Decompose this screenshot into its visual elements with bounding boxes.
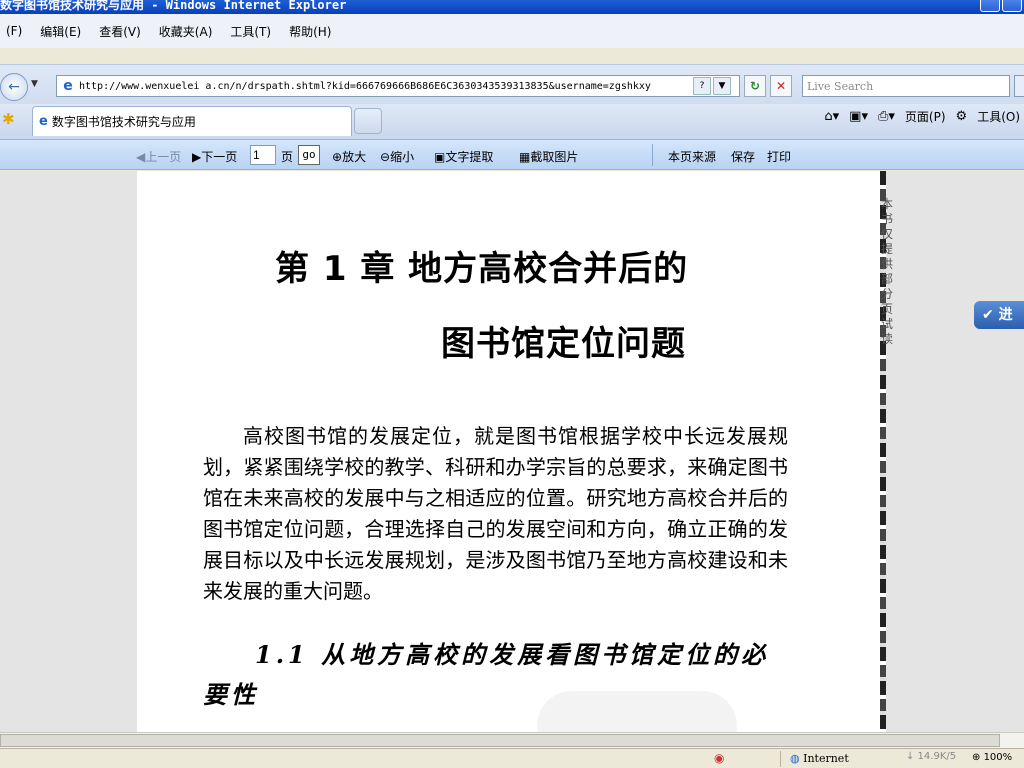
favorites-star-icon[interactable]: ✱ [2,110,15,128]
horizontal-scrollbar[interactable] [0,732,1024,748]
status-bar: ◉ ◍ Internet ↓ 14.9K/5 ⊕ 100% [0,748,1024,768]
menu-tools[interactable]: 工具(T) [230,23,271,40]
page-unit-label: 页 [281,150,294,164]
stop-icon: ✕ [775,79,787,93]
menu-bar: (F) 编辑(E) 查看(V) 收藏夹(A) 工具(T) 帮助(H) [0,14,1024,48]
prev-page-button[interactable]: ◀上一页 [136,148,181,165]
new-tab-button[interactable] [354,108,382,134]
page-source-link[interactable]: 本页来源 [668,148,716,165]
page-number-input[interactable] [250,145,276,165]
menu-file[interactable]: (F) [6,24,22,38]
search-input[interactable] [803,76,1003,96]
check-icon: ✔ [982,307,999,323]
capture-image-label: 截取图片 [530,150,579,164]
go-button[interactable]: go [298,145,320,165]
stop-button[interactable]: ✕ [770,75,792,97]
preview-notice: 本书仅提供部分页试读 [880,197,893,346]
chapter-title-line2: 图书馆定位问题 [441,324,686,364]
tools-menu[interactable]: 工具(O) [977,108,1020,125]
floating-enter-label: 进 [998,307,1013,323]
command-bar: ⌂▾ ▣▾ ⎙▾ 页面(P) ⚙ 工具(O) [824,108,1020,125]
zoom-level-label: 100% [983,752,1013,763]
url-input[interactable] [79,77,691,95]
compatibility-icon[interactable]: ? [693,77,711,95]
search-box [802,75,1010,97]
next-page-button[interactable]: ▶下一页 [192,148,237,165]
floating-enter-button[interactable]: ✔ 进 [974,301,1024,329]
menu-help[interactable]: 帮助(H) [289,23,331,40]
watermark-logo [537,691,737,736]
zoom-out-button[interactable]: ⊖缩小 [380,148,414,165]
zone-label: Internet [803,752,849,765]
window-title: 数字图书馆技术研究与应用 - Windows Internet Explorer [0,0,347,12]
book-page: 第 1 章 地方高校合并后的 图书馆定位问题 高校图书馆的发展定位，就是图书馆根… [137,171,882,736]
menu-view[interactable]: 查看(V) [99,23,141,40]
security-zone[interactable]: ◍ Internet [790,752,849,765]
download-speed: ↓ 14.9K/5 [906,751,957,762]
next-page-label: 下一页 [201,150,238,164]
globe-icon: ◍ [790,752,804,765]
body-paragraph: 高校图书馆的发展定位，就是图书馆根据学校中长远发展规划，紧紧围绕学校的教学、科研… [203,424,788,603]
zoom-in-label: 放大 [342,150,367,164]
search-go-button[interactable] [1014,75,1024,97]
menu-favorites[interactable]: 收藏夹(A) [159,23,213,40]
status-separator [780,751,781,767]
tab-bar: ✱ e 数字图书馆技术研究与应用 ⌂▾ ▣▾ ⎙▾ 页面(P) ⚙ 工具(O) [0,104,1024,140]
toolbar-divider [652,144,653,166]
zoom-in-button[interactable]: ⊕放大 [332,148,366,165]
back-button[interactable]: ← [0,73,28,101]
prev-page-label: 上一页 [145,150,182,164]
address-bar: e ? ▼ [56,75,740,97]
save-link[interactable]: 保存 [731,148,755,165]
text-extract-label: 文字提取 [445,150,494,164]
back-arrow-icon: ← [8,79,20,95]
zoom-out-label: 缩小 [390,150,415,164]
zoom-icon: ⊕ [972,752,984,763]
home-icon[interactable]: ⌂▾ [824,109,839,124]
feeds-icon[interactable]: ▣▾ [849,109,868,124]
reader-toolbar: ◀上一页 ▶下一页 页 go ⊕放大 ⊖缩小 ▣文字提取 ▦截取图片 本页来源 … [0,140,1024,170]
gear-icon[interactable]: ⚙ [956,109,968,124]
window-controls [980,0,1022,12]
tab-label: 数字图书馆技术研究与应用 [51,115,196,129]
address-toolbar: ← ▼ e ? ▼ ↻ ✕ [0,64,1024,108]
tab-current[interactable]: e 数字图书馆技术研究与应用 [32,106,352,136]
text-extract-button[interactable]: ▣文字提取 [434,148,493,165]
privacy-icon[interactable]: ◉ [714,751,724,765]
address-dropdown-icon[interactable]: ▼ [713,77,731,95]
refresh-button[interactable]: ↻ [744,75,766,97]
maximize-button[interactable] [1002,0,1022,12]
menu-edit[interactable]: 编辑(E) [40,23,81,40]
window-title-bar: 数字图书馆技术研究与应用 - Windows Internet Explorer [0,0,1024,14]
print-icon[interactable]: ⎙▾ [878,109,895,124]
page-menu[interactable]: 页面(P) [905,108,946,125]
minimize-button[interactable] [980,0,1000,12]
document-viewer: 第 1 章 地方高校合并后的 图书馆定位问题 高校图书馆的发展定位，就是图书馆根… [0,171,1024,736]
history-dropdown-icon[interactable]: ▼ [31,79,38,89]
ie-tab-icon: e [39,114,48,129]
ie-page-icon: e [63,78,73,94]
print-link[interactable]: 打印 [767,148,791,165]
scrollbar-thumb[interactable] [0,734,1000,747]
chapter-title-line1: 第 1 章 地方高校合并后的 [275,249,689,289]
capture-image-button[interactable]: ▦截取图片 [519,148,578,165]
refresh-icon: ↻ [749,79,761,93]
zoom-level[interactable]: ⊕ 100% [972,752,1012,763]
